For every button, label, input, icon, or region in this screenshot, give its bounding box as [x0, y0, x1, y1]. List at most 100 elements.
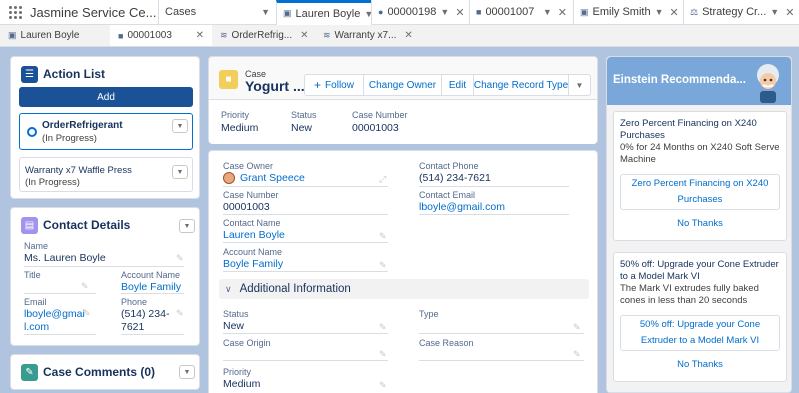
- contact-card-icon: ▣: [8, 30, 17, 40]
- phone-label: Phone: [121, 297, 148, 307]
- pencil-icon[interactable]: ✎: [83, 308, 91, 319]
- recommendation-description: 0% for 24 Months on X240 Soft Serve Mach…: [620, 142, 780, 165]
- close-icon[interactable]: ✕: [664, 6, 679, 19]
- action-item-selected[interactable]: OrderRefrigerant (In Progress) ▼: [19, 113, 193, 150]
- close-icon[interactable]: ✕: [292, 30, 308, 41]
- name-value: Ms. Lauren Boyle: [24, 252, 106, 264]
- chevron-down-icon[interactable]: ▼: [539, 7, 552, 17]
- pencil-icon[interactable]: ✎: [379, 231, 387, 242]
- close-icon[interactable]: ✕: [552, 6, 567, 19]
- priority-label: Priority: [221, 110, 250, 120]
- section-title: Additional Information: [239, 283, 351, 295]
- chevron-down-icon[interactable]: ▼: [360, 9, 371, 19]
- nav-tab-00001007[interactable]: ■ 00001007 ▼ ✕: [469, 0, 573, 25]
- close-icon[interactable]: ✕: [396, 30, 412, 41]
- chevron-down-icon[interactable]: ▼: [651, 7, 664, 17]
- chevron-down-icon[interactable]: ▼: [436, 7, 449, 17]
- no-thanks-button[interactable]: No Thanks: [620, 218, 780, 229]
- follow-button[interactable]: + Follow: [304, 74, 364, 96]
- case-icon: ■: [118, 30, 124, 41]
- add-button[interactable]: Add: [19, 87, 193, 107]
- subtab-warranty[interactable]: ≋ Warranty x7... ✕: [315, 25, 413, 46]
- accept-recommendation-button[interactable]: Zero Percent Financing on X240 Purchases: [620, 174, 780, 210]
- divider: [223, 214, 388, 215]
- einstein-header: Einstein Recommenda...: [607, 57, 791, 105]
- case-owner-label: Case Owner: [223, 161, 274, 171]
- case-owner-link[interactable]: Grant Speece: [240, 172, 305, 184]
- contact-icon: ▤: [21, 217, 38, 234]
- email-label: Email: [24, 297, 47, 307]
- chevron-down-icon[interactable]: ▼: [179, 219, 195, 233]
- subtab-lauren-boyle[interactable]: ▣ Lauren Boyle: [0, 25, 110, 46]
- subtab-label: Lauren Boyle: [20, 30, 80, 41]
- chevron-down-icon[interactable]: ▼: [172, 119, 188, 133]
- pencil-icon[interactable]: ✎: [379, 380, 387, 391]
- action-item-status: (In Progress): [42, 133, 97, 144]
- pencil-icon[interactable]: ✎: [176, 308, 184, 319]
- radio-icon[interactable]: [27, 127, 37, 137]
- account-name-link[interactable]: Boyle Family: [223, 258, 283, 270]
- change-owner-icon[interactable]: ⤢: [379, 174, 386, 185]
- nav-tab-label: 00001007: [485, 6, 535, 18]
- status-label: Status: [223, 309, 249, 319]
- flow-icon: ≋: [323, 30, 331, 40]
- contact-phone-value: (514) 234-7621: [419, 172, 491, 184]
- close-icon[interactable]: ✕: [779, 6, 794, 19]
- comment-icon: ✎: [21, 364, 38, 381]
- chevron-down-icon[interactable]: ▼: [766, 7, 779, 17]
- additional-information-section-header[interactable]: ∨ Additional Information: [219, 279, 589, 299]
- nav-tab-lauren-boyle[interactable]: ▣ Lauren Boyle ▼ ✕: [276, 0, 371, 25]
- app-launcher-icon[interactable]: [0, 0, 30, 25]
- chevron-down-icon[interactable]: ▼: [172, 165, 188, 179]
- phone-value-continued: 7621: [121, 321, 145, 333]
- pencil-icon[interactable]: ✎: [573, 349, 581, 360]
- case-number-label: Case Number: [352, 110, 408, 120]
- close-icon[interactable]: ✕: [449, 6, 464, 19]
- edit-button[interactable]: Edit: [442, 74, 474, 96]
- case-comments-title[interactable]: Case Comments (0): [43, 365, 155, 379]
- subtab-orderrefrigerant[interactable]: ≋ OrderRefrig... ✕: [212, 25, 315, 46]
- nav-tab-label: Cases: [165, 6, 197, 18]
- nav-tab-label: 00000198: [387, 6, 437, 18]
- app-name: Jasmine Service Ce...: [30, 4, 157, 20]
- close-icon[interactable]: ✕: [188, 30, 204, 41]
- accept-recommendation-button[interactable]: 50% off: Upgrade your Cone Extruder to a…: [620, 315, 780, 351]
- no-thanks-button[interactable]: No Thanks: [620, 359, 780, 370]
- nav-tab-emily-smith[interactable]: ▣ Emily Smith ▼ ✕: [573, 0, 683, 25]
- pencil-icon[interactable]: ✎: [573, 322, 581, 333]
- email-link-continued[interactable]: l.com: [24, 321, 49, 333]
- email-link[interactable]: lboyle@gmai: [24, 308, 85, 320]
- subtab-00001003[interactable]: ■ 00001003 ✕: [110, 25, 212, 46]
- type-label: Type: [419, 309, 439, 319]
- chevron-down-icon[interactable]: ▼: [179, 365, 195, 379]
- recommendation-card: Zero Percent Financing on X240 Purchases…: [613, 111, 787, 241]
- action-item-name: OrderRefrigerant: [42, 120, 123, 131]
- action-item[interactable]: Warranty x7 Waffle Press (In Progress) ▼: [19, 157, 193, 192]
- more-actions-icon[interactable]: ▼: [569, 74, 591, 96]
- divider: [223, 186, 388, 187]
- chevron-down-icon[interactable]: ▼: [257, 7, 270, 17]
- recommendation-description: The Mark VI extrudes fully baked cones i…: [620, 283, 759, 306]
- plus-icon: +: [314, 78, 322, 92]
- case-origin-label: Case Origin: [223, 338, 271, 348]
- pencil-icon[interactable]: ✎: [176, 253, 184, 264]
- phone-value: (514) 234-: [121, 308, 170, 320]
- action-item-name: Warranty x7 Waffle Press: [25, 165, 132, 176]
- nav-tab-00000198[interactable]: ● 00000198 ▼ ✕: [371, 0, 469, 25]
- contact-email-link[interactable]: lboyle@gmail.com: [419, 201, 505, 213]
- divider: [223, 360, 388, 361]
- nav-tab-cases[interactable]: Cases ▼: [158, 0, 276, 25]
- contact-card-icon: ▣: [580, 6, 589, 17]
- pencil-icon[interactable]: ✎: [379, 349, 387, 360]
- change-record-type-button[interactable]: Change Record Type: [474, 74, 569, 96]
- divider: [419, 214, 569, 215]
- contact-name-link[interactable]: Lauren Boyle: [223, 229, 285, 241]
- einstein-recommendations-panel: Einstein Recommenda... Zero Percent Fina…: [606, 56, 792, 393]
- pencil-icon[interactable]: ✎: [379, 260, 387, 271]
- account-name-link[interactable]: Boyle Family: [121, 281, 181, 293]
- change-owner-button[interactable]: Change Owner: [364, 74, 442, 96]
- nav-tab-strategy[interactable]: ⚖ Strategy Cr... ▼ ✕: [683, 0, 799, 25]
- pencil-icon[interactable]: ✎: [81, 281, 89, 292]
- pencil-icon[interactable]: ✎: [379, 322, 387, 333]
- case-comments-card: ✎ Case Comments (0) ▼: [10, 354, 200, 390]
